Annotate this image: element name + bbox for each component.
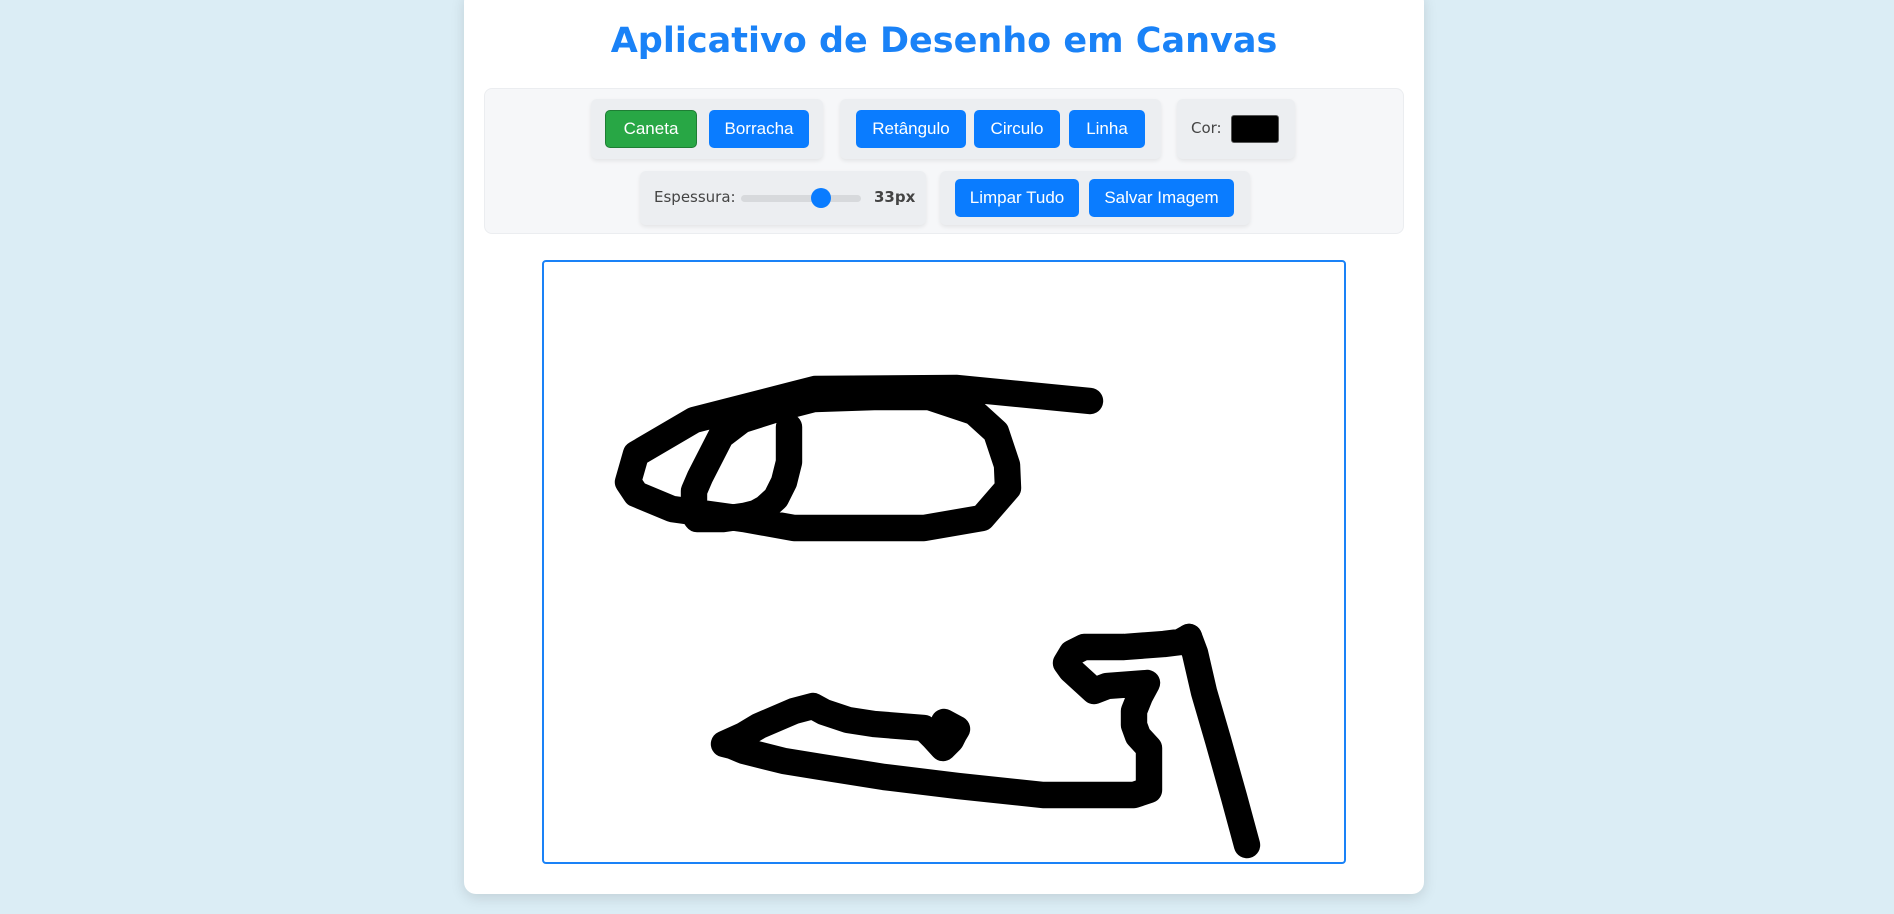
drawn-stroke [710, 623, 1203, 809]
drawn-stroke [1175, 623, 1261, 859]
rectangle-button[interactable]: Retângulo [856, 110, 966, 148]
color-picker[interactable] [1231, 115, 1279, 143]
eraser-button[interactable]: Borracha [709, 110, 809, 148]
color-group: Cor: [1177, 99, 1295, 159]
canvas-drawing [614, 374, 1261, 859]
color-label: Cor: [1191, 119, 1222, 137]
thickness-group: Espessura: 33px [640, 171, 926, 225]
drawing-canvas[interactable] [542, 260, 1346, 864]
thickness-label: Espessura: [654, 188, 736, 206]
clear-all-button[interactable]: Limpar Tudo [955, 179, 1079, 217]
toolbar: Caneta Borracha Retângulo Circulo Linha … [484, 88, 1404, 234]
drawn-stroke [614, 374, 1104, 542]
save-image-button[interactable]: Salvar Imagem [1089, 179, 1234, 217]
thickness-slider-thumb[interactable] [811, 188, 831, 208]
pen-button[interactable]: Caneta [605, 110, 697, 148]
actions-group: Limpar Tudo Salvar Imagem [940, 171, 1250, 225]
circle-button[interactable]: Circulo [974, 110, 1060, 148]
shape-group: Retângulo Circulo Linha [840, 99, 1161, 159]
page-title: Aplicativo de Desenho em Canvas [610, 21, 1278, 61]
thickness-value: 33px [874, 188, 916, 206]
app-container: Aplicativo de Desenho em Canvas Caneta B… [464, 0, 1424, 894]
tool-group: Caneta Borracha [591, 99, 823, 159]
line-button[interactable]: Linha [1069, 110, 1145, 148]
thickness-slider-track[interactable] [741, 195, 861, 202]
